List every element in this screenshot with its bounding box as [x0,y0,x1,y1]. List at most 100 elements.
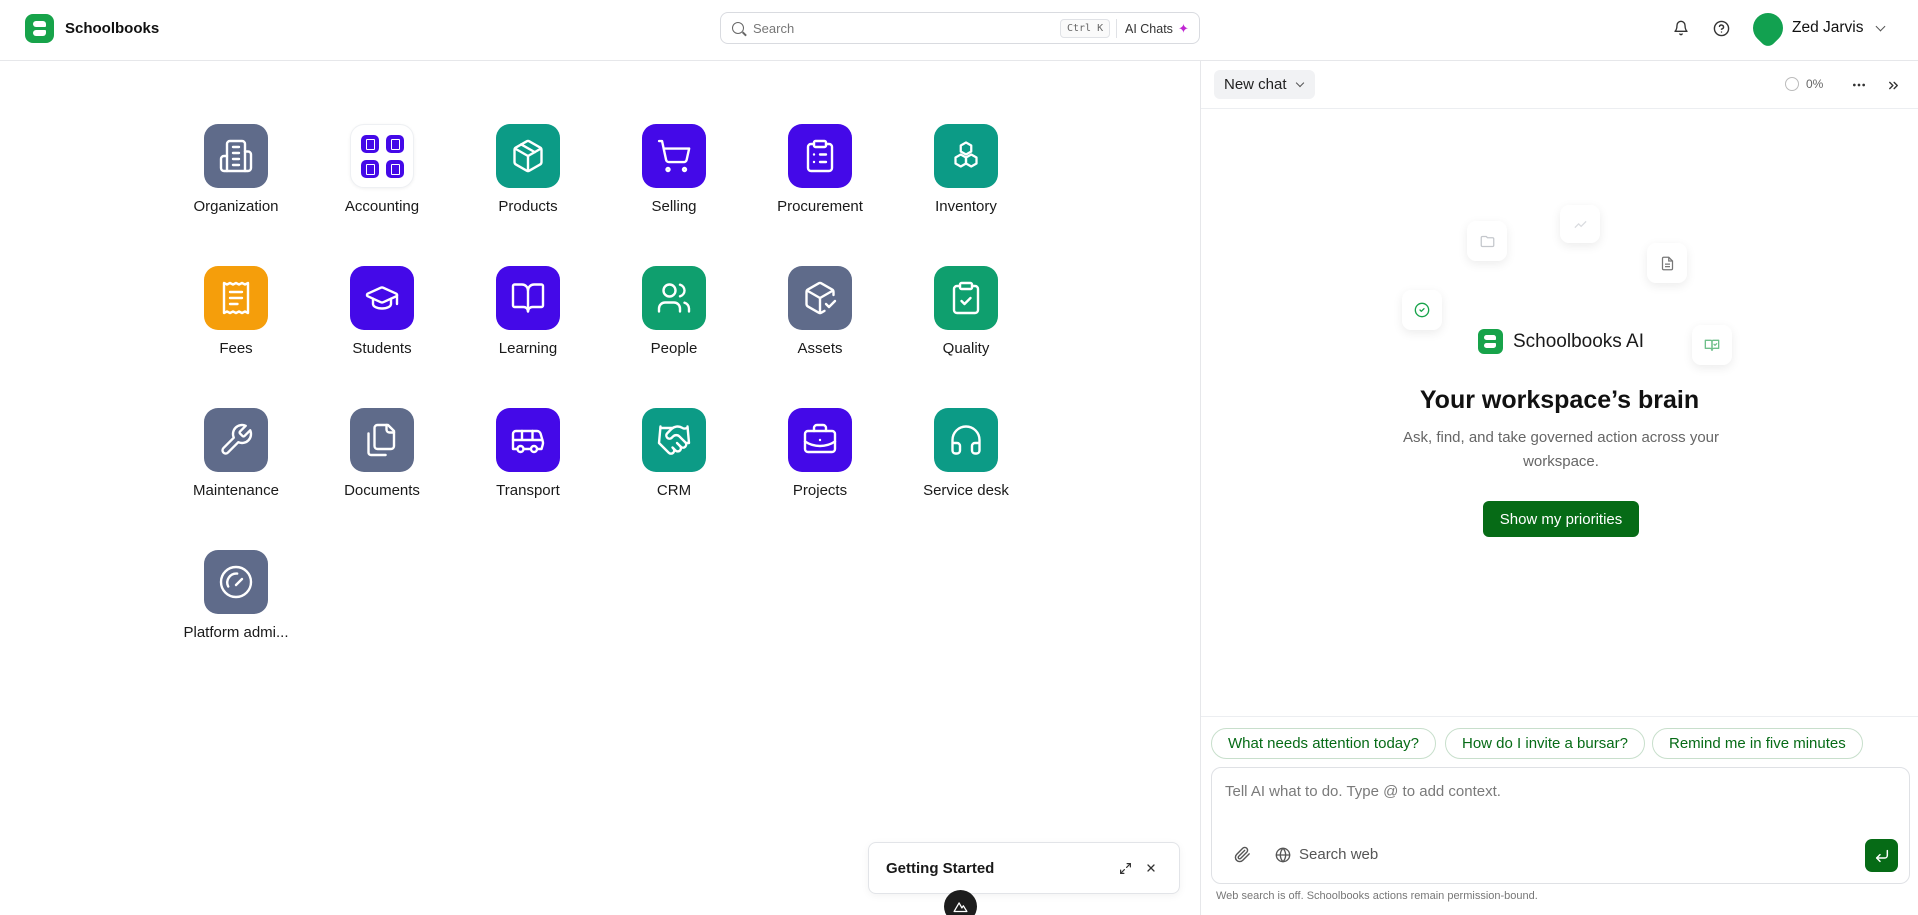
app-people[interactable]: People [601,266,747,386]
help-circle-icon [1713,20,1729,36]
app-service-desk[interactable]: Service desk [893,408,1039,528]
briefcase-icon [788,408,852,472]
suggestions-divider [1201,716,1918,717]
global-search[interactable]: Ctrl K AI Chats ✦ [720,12,1200,44]
app-label: Procurement [777,198,863,215]
app-label: Students [352,340,412,357]
search-input[interactable] [753,19,1053,37]
app-documents[interactable]: Documents [309,408,455,528]
new-chat-dropdown[interactable]: New chat [1214,70,1315,99]
users-icon [642,266,706,330]
user-name: Zed Jarvis [1792,19,1864,36]
app-label: Transport [496,482,560,499]
app-learning[interactable]: Learning [455,266,601,386]
app-procurement[interactable]: Procurement [747,124,893,244]
book-card [1692,325,1732,365]
package-check-icon [788,266,852,330]
paperclip-icon [1234,846,1250,863]
headphones-icon [934,408,998,472]
gauge-icon [204,550,268,614]
ellipsis-icon [1853,83,1865,87]
book-open-icon [496,266,560,330]
attach-button[interactable] [1234,846,1254,866]
app-assets[interactable]: Assets [747,266,893,386]
sparkles-icon: ✦ [1177,20,1189,36]
app-label: Learning [498,340,558,357]
app-products[interactable]: Products [455,124,601,244]
mountain-logo-icon [953,902,968,913]
brand[interactable]: Schoolbooks [25,14,159,43]
chat-input[interactable] [1225,780,1885,802]
ai-chats-label: AI Chats [1125,21,1173,36]
app-label: Quality [942,340,990,357]
send-button[interactable] [1865,839,1898,872]
boxes-icon [934,124,998,188]
brand-name: Schoolbooks [65,20,160,37]
app-label: Organization [193,198,279,215]
more-options-button[interactable] [1848,74,1870,96]
suggestion-chip[interactable]: Remind me in five minutes [1652,728,1863,759]
chevrons-right-icon [1888,81,1898,89]
chevron-down-icon [1875,21,1885,32]
devtools-badge[interactable] [944,890,977,915]
panel-divider [1200,61,1201,915]
search-divider [1116,19,1117,38]
new-chat-label: New chat [1224,76,1287,93]
hero-title: Your workspace’s brain [1419,386,1700,414]
app-transport[interactable]: Transport [455,408,601,528]
mini-app-icon [360,159,379,178]
chart-icon [1573,220,1587,228]
expand-button[interactable] [1115,858,1135,878]
app-label: Selling [651,198,697,215]
app-inventory[interactable]: Inventory [893,124,1039,244]
cart-icon [642,124,706,188]
chat-composer: Search web [1211,767,1910,884]
app-selling[interactable]: Selling [601,124,747,244]
handshake-icon [642,408,706,472]
app-maintenance[interactable]: Maintenance [163,408,309,528]
app-students[interactable]: Students [309,266,455,386]
bell-icon [1674,20,1688,36]
close-button[interactable] [1141,858,1161,878]
usage-indicator[interactable]: 0% [1785,77,1823,91]
app-label: Documents [344,482,420,499]
ai-chats-button[interactable]: AI Chats ✦ [1125,19,1189,38]
app-crm[interactable]: CRM [601,408,747,528]
chart-card [1560,205,1600,243]
app-projects[interactable]: Projects [747,408,893,528]
mini-app-icon [385,134,404,153]
show-priorities-button[interactable]: Show my priorities [1483,501,1639,537]
app-label: Platform admi... [183,624,289,641]
app-label: Fees [219,340,253,357]
app-label: Projects [792,482,848,499]
suggestion-chip[interactable]: How do I invite a bursar? [1445,728,1645,759]
schoolbooks-ai-logo-icon [1478,329,1503,354]
clipboard-list-icon [788,124,852,188]
top-bar: Schoolbooks Ctrl K AI Chats ✦ Zed Jarvis [0,0,1918,61]
building-icon [204,124,268,188]
package-icon [496,124,560,188]
check-circle-icon [1414,302,1430,318]
app-platform-admin[interactable]: Platform admi... [163,550,309,670]
close-icon [1147,864,1155,872]
user-menu[interactable]: Zed Jarvis [1746,6,1885,50]
app-organization[interactable]: Organization [163,124,309,244]
app-label: People [650,340,698,357]
app-label: Products [498,198,558,215]
app-fees[interactable]: Fees [163,266,309,386]
app-label: Service desk [923,482,1009,499]
help-button[interactable] [1710,17,1732,39]
app-label: CRM [656,482,692,499]
getting-started-card[interactable]: Getting Started [868,842,1180,894]
suggestion-chip[interactable]: What needs attention today? [1211,728,1436,759]
folder-card [1467,221,1507,261]
collapse-panel-button[interactable] [1882,74,1904,96]
composer-footnote: Web search is off. Schoolbooks actions r… [1216,890,1538,902]
search-web-toggle[interactable]: Search web [1275,846,1378,863]
app-quality[interactable]: Quality [893,266,1039,386]
app-label: Maintenance [193,482,279,499]
app-accounting[interactable]: Accounting [309,124,455,244]
progress-ring-icon [1785,77,1799,91]
notifications-button[interactable] [1670,17,1692,39]
app-label: Accounting [344,198,420,215]
